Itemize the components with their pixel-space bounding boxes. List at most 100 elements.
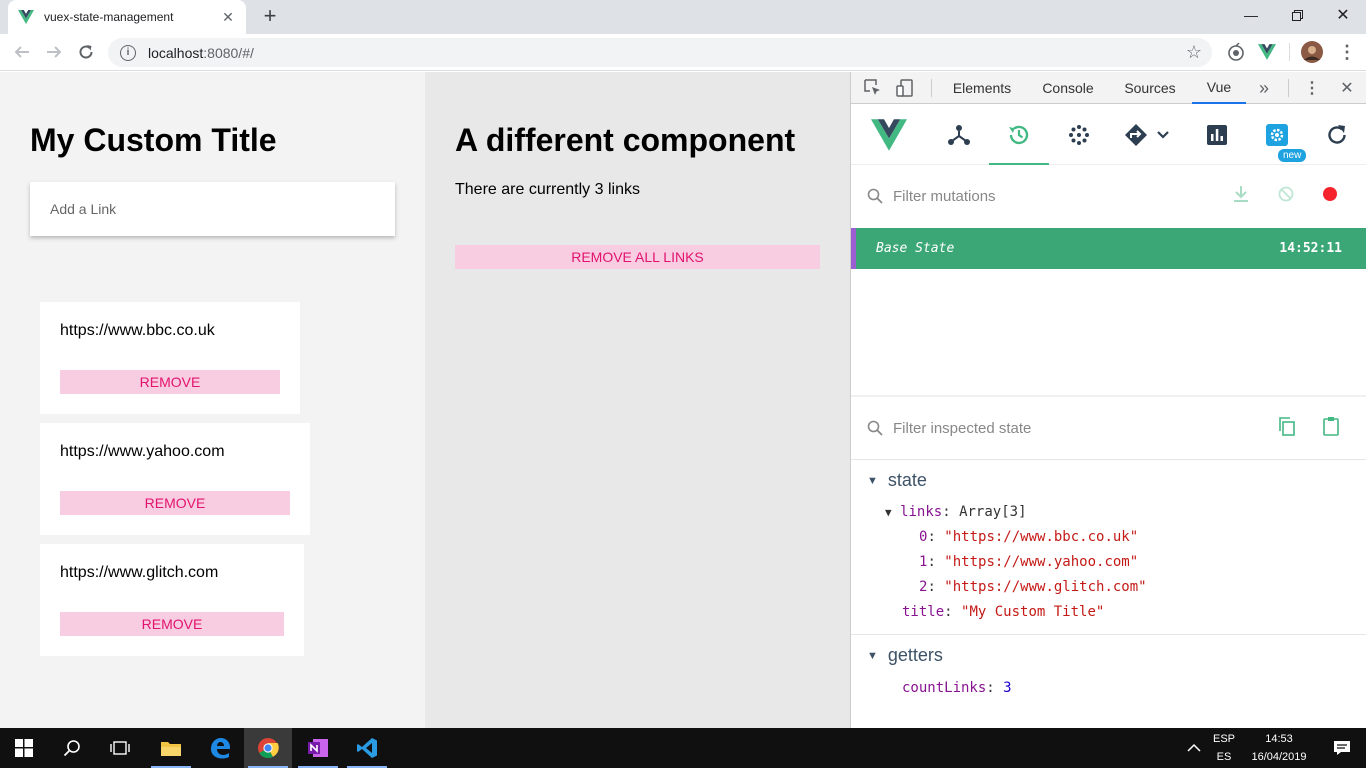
state-links-row[interactable]: ▼ links: Array[3] bbox=[885, 504, 1027, 520]
import-state-icon[interactable] bbox=[1323, 416, 1339, 441]
divider bbox=[851, 634, 1366, 635]
record-icon[interactable] bbox=[1323, 187, 1337, 201]
copy-state-icon[interactable] bbox=[1278, 417, 1295, 441]
mutation-row-base-state[interactable]: Base State 14:52:11 bbox=[851, 228, 1366, 269]
clock-time[interactable]: 14:53 bbox=[1245, 733, 1313, 745]
filter-mutations-input[interactable] bbox=[893, 187, 1193, 205]
new-badge: new bbox=[1278, 149, 1307, 162]
search-icon bbox=[867, 420, 883, 436]
address-bar[interactable]: i localhost:8080/#/ ☆ bbox=[108, 38, 1212, 67]
add-link-input[interactable] bbox=[50, 201, 395, 217]
windows-taskbar: ESP ES 14:53 16/04/2019 bbox=[0, 728, 1366, 768]
search-button[interactable] bbox=[48, 728, 96, 768]
back-button[interactable] bbox=[10, 40, 34, 64]
devtools-close-icon[interactable]: ✕ bbox=[1337, 78, 1357, 98]
component-title: A different component bbox=[455, 122, 796, 158]
tray-overflow-icon[interactable] bbox=[1180, 728, 1208, 768]
restore-button[interactable] bbox=[1274, 0, 1320, 30]
edge-button[interactable] bbox=[196, 728, 244, 768]
expand-arrow-icon: ▼ bbox=[885, 506, 892, 519]
folder-icon bbox=[161, 742, 181, 756]
tab-separator bbox=[931, 79, 932, 97]
toolbar-separator bbox=[1289, 43, 1290, 61]
devtools-menu-icon[interactable]: ⋮ bbox=[1302, 78, 1322, 98]
remove-link-button[interactable]: REMOVE bbox=[60, 370, 280, 394]
extension-icon[interactable] bbox=[1225, 41, 1247, 63]
state-label: state bbox=[887, 470, 927, 490]
chrome-button[interactable] bbox=[244, 728, 292, 768]
components-icon[interactable] bbox=[929, 105, 989, 165]
notifications-icon bbox=[1334, 741, 1350, 755]
browser-toolbar: i localhost:8080/#/ ☆ ⋮ bbox=[0, 34, 1366, 71]
refresh-icon[interactable] bbox=[1307, 105, 1366, 165]
mutation-filter-bar bbox=[851, 165, 1366, 227]
state-filter-bar bbox=[851, 397, 1366, 459]
search-icon bbox=[867, 188, 883, 204]
remove-link-button[interactable]: REMOVE bbox=[60, 491, 290, 515]
remove-all-links-button[interactable]: REMOVE ALL LINKS bbox=[455, 245, 820, 269]
input-language-top[interactable]: ESP bbox=[1210, 733, 1238, 745]
tab-elements[interactable]: Elements bbox=[943, 72, 1021, 104]
link-card: https://www.glitch.com REMOVE bbox=[40, 544, 304, 656]
chrome-menu-icon[interactable]: ⋮ bbox=[1336, 41, 1358, 63]
avatar[interactable] bbox=[1301, 41, 1323, 63]
export-icon[interactable] bbox=[1233, 185, 1249, 208]
task-view-button[interactable] bbox=[96, 728, 144, 768]
state-array-item: 0: "https://www.bbc.co.uk" bbox=[919, 529, 1139, 545]
getters-label: getters bbox=[887, 645, 943, 665]
events-icon[interactable] bbox=[1049, 105, 1109, 165]
minimize-button[interactable]: — bbox=[1228, 0, 1274, 30]
tab-title: vuex-state-management bbox=[44, 10, 174, 24]
browser-tabstrip: vuex-state-management ✕ + — ✕ bbox=[0, 0, 1366, 34]
getters-section-toggle[interactable]: ▼ getters bbox=[867, 645, 943, 666]
device-toolbar-icon[interactable] bbox=[895, 78, 915, 98]
vscode-button[interactable] bbox=[343, 728, 391, 768]
more-tabs-icon[interactable]: » bbox=[1254, 78, 1274, 98]
filter-state-input[interactable] bbox=[893, 419, 1193, 437]
mutation-name: Base State bbox=[876, 241, 955, 256]
tab-sources[interactable]: Sources bbox=[1115, 72, 1185, 104]
vue-devtools-extension-icon[interactable] bbox=[1256, 41, 1278, 63]
links-component: My Custom Title https://www.bbc.co.uk RE… bbox=[0, 72, 425, 728]
windows-icon bbox=[15, 739, 33, 757]
routing-icon[interactable] bbox=[1119, 105, 1179, 165]
reload-button[interactable] bbox=[74, 40, 98, 64]
search-icon bbox=[63, 740, 80, 757]
page-title: My Custom Title bbox=[30, 122, 277, 158]
link-url: https://www.bbc.co.uk bbox=[60, 322, 215, 339]
onenote-button[interactable] bbox=[294, 728, 342, 768]
performance-icon[interactable] bbox=[1187, 105, 1247, 165]
clock-date: 16/04/2019 bbox=[1251, 751, 1307, 763]
vuex-history-icon[interactable] bbox=[989, 105, 1049, 165]
forward-button[interactable] bbox=[42, 40, 66, 64]
link-url: https://www.yahoo.com bbox=[60, 443, 225, 460]
close-window-button[interactable]: ✕ bbox=[1320, 0, 1366, 30]
state-array-item: 1: "https://www.yahoo.com" bbox=[919, 554, 1139, 570]
info-icon[interactable]: i bbox=[120, 44, 136, 61]
bookmark-star-icon[interactable]: ☆ bbox=[1186, 42, 1202, 63]
tab-console[interactable]: Console bbox=[1031, 72, 1105, 104]
devtools-panel: Elements Console Sources Vue » ⋮ ✕ new F… bbox=[850, 72, 1366, 728]
vue-favicon-icon bbox=[18, 9, 34, 25]
action-center-button[interactable] bbox=[1318, 728, 1366, 768]
inspect-element-icon[interactable] bbox=[863, 78, 883, 98]
collapse-arrow-icon: ▼ bbox=[867, 474, 878, 487]
getter-row: countLinks: 3 bbox=[902, 680, 1012, 696]
clear-mutations-icon[interactable] bbox=[1278, 186, 1294, 207]
new-tab-button[interactable]: + bbox=[258, 5, 282, 28]
browser-tab[interactable]: vuex-state-management ✕ bbox=[8, 0, 246, 34]
divider bbox=[851, 459, 1366, 460]
state-section-toggle[interactable]: ▼ state bbox=[867, 470, 927, 491]
link-count-text: There are currently 3 links bbox=[455, 181, 640, 198]
file-explorer-button[interactable] bbox=[147, 728, 195, 768]
tab-vue[interactable]: Vue bbox=[1192, 72, 1246, 104]
start-button[interactable] bbox=[0, 728, 48, 768]
onenote-icon bbox=[308, 739, 328, 757]
devtools-tabbar: Elements Console Sources Vue » ⋮ ✕ bbox=[851, 72, 1366, 104]
tab-close-icon[interactable]: ✕ bbox=[220, 9, 236, 26]
state-title-row: title: "My Custom Title" bbox=[902, 604, 1105, 620]
different-component: A different component There are currentl… bbox=[425, 72, 850, 728]
tab-separator bbox=[1288, 79, 1289, 97]
remove-link-button[interactable]: REMOVE bbox=[60, 612, 284, 636]
add-link-field-wrapper bbox=[30, 182, 395, 236]
